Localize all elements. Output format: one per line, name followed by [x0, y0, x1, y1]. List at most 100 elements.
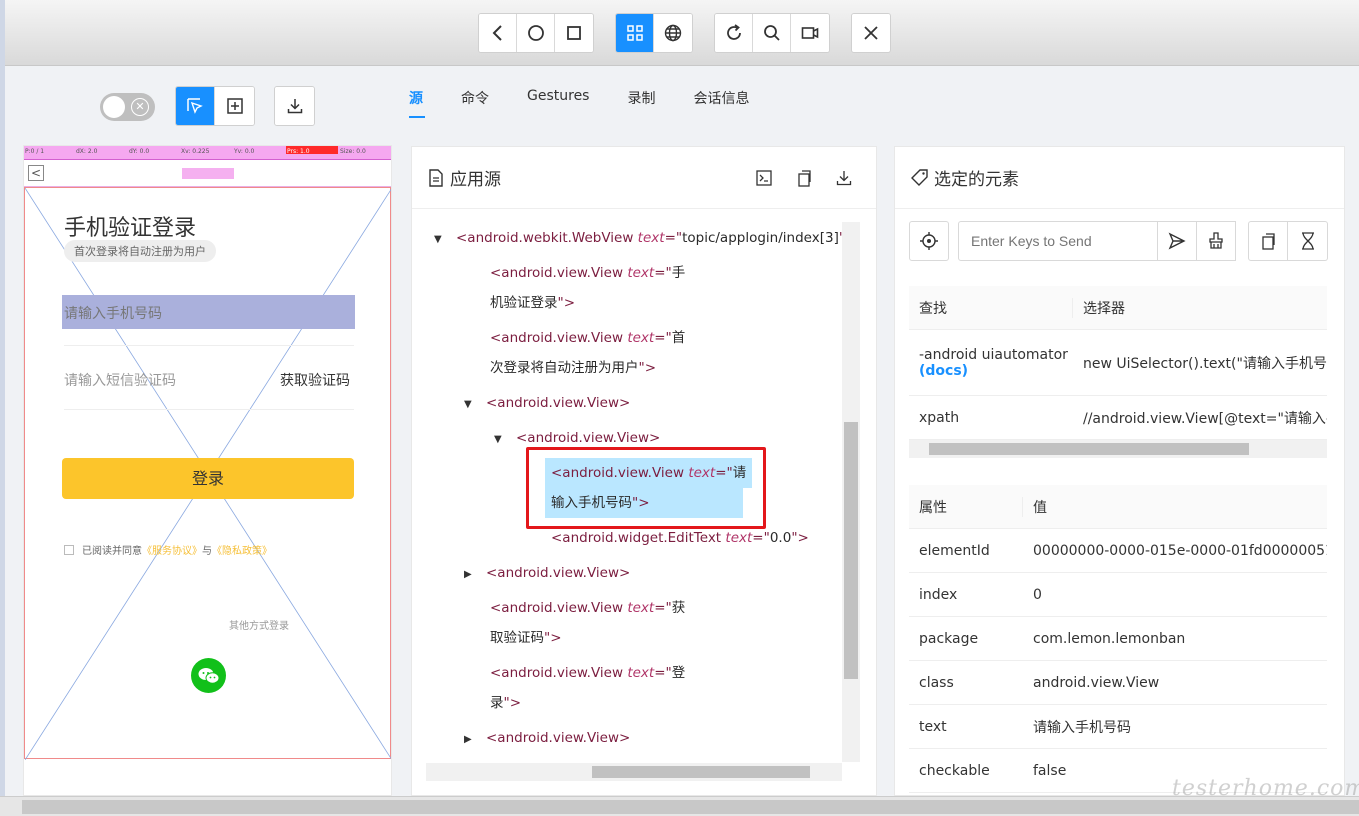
get-code-button[interactable]: 获取验证码 — [280, 370, 350, 390]
attribute-row: package com.lemon.lemonban — [909, 617, 1327, 661]
divider — [64, 409, 354, 410]
expand-caret-icon[interactable]: ▼ — [464, 390, 486, 420]
source-horizontal-scrollbar[interactable] — [426, 763, 842, 781]
toggle-attributes-button[interactable] — [756, 167, 778, 189]
selector-value: new UiSelector().text("请输入手机号码 — [1083, 355, 1327, 372]
node-value: 0.0 — [769, 530, 792, 546]
selector-row[interactable]: xpath //android.view.View[@text="请输入手机号码… — [909, 396, 1327, 440]
node-attr: text — [627, 665, 655, 681]
phone-number-input[interactable]: 请输入手机号码 — [62, 295, 355, 329]
screenshot-toggle[interactable]: ✕ — [100, 93, 155, 121]
ruler-text: P:0 / 1 — [25, 148, 45, 155]
phone-login-button[interactable]: 登录 — [62, 458, 354, 499]
tree-node[interactable]: <android.view.View text="登 — [490, 658, 685, 688]
privacy-link[interactable]: 《隐私政策》 — [212, 542, 272, 557]
node-tag: <android.view.View> — [486, 565, 631, 581]
tree-node[interactable]: ▶ <android.view.View> — [464, 723, 630, 755]
strategy-label: xpath — [919, 409, 960, 426]
scroll-thumb[interactable] — [592, 766, 810, 778]
tab-source[interactable]: 源 — [409, 88, 425, 118]
phone-nav-bar: < — [24, 161, 391, 187]
square-icon — [567, 26, 581, 40]
node-value: 机验证登录 — [490, 295, 558, 311]
node-tag: <android.view.View — [490, 330, 628, 346]
attribute-value: 0 — [1033, 586, 1042, 603]
send-keys-input[interactable] — [958, 221, 1158, 261]
quit-session-button[interactable] — [852, 14, 890, 52]
node-tag: <android.view.View — [490, 265, 628, 281]
attribute-value: android.view.View — [1033, 674, 1160, 691]
tree-node[interactable]: <android.view.View text="获 — [490, 593, 685, 623]
docs-link[interactable]: (docs) — [919, 363, 1073, 379]
phone-back-button[interactable]: < — [28, 165, 44, 181]
back-button[interactable] — [479, 14, 517, 52]
expand-caret-icon[interactable]: ▶ — [464, 725, 486, 755]
send-keys-button[interactable] — [1158, 221, 1197, 261]
tree-node[interactable]: <android.view.View text="首 — [490, 323, 685, 353]
native-mode-button[interactable] — [616, 14, 654, 52]
tap-coordinates-button[interactable] — [215, 87, 254, 125]
download-screenshot-button[interactable] — [275, 87, 314, 125]
agree-checkbox[interactable] — [64, 544, 74, 555]
tab-recorder[interactable]: 录制 — [627, 88, 655, 118]
tab-gestures[interactable]: Gestures — [527, 88, 589, 118]
attributes-table-header: 属性 值 — [909, 485, 1327, 529]
selector-horizontal-scrollbar[interactable] — [909, 440, 1327, 458]
get-timing-button[interactable] — [1288, 221, 1328, 261]
tree-node[interactable]: ▼ <android.view.View> — [464, 388, 630, 420]
terms-link[interactable]: 《服务协议》 — [142, 542, 202, 557]
search-button[interactable] — [753, 14, 791, 52]
tab-session-info[interactable]: 会话信息 — [693, 88, 749, 118]
tag-icon — [911, 169, 928, 186]
app-switch-button[interactable] — [555, 14, 593, 52]
tree-node-cont[interactable]: 录"> — [490, 688, 521, 718]
toggle-knob — [103, 96, 125, 118]
plus-square-icon — [226, 98, 243, 114]
tree-node-cont[interactable]: 次登录将自动注册为用户"> — [490, 353, 656, 383]
tree-node[interactable]: ▼ <android.webkit.WebView text="topic/app… — [434, 223, 845, 255]
tree-node[interactable]: <android.view.View text="手 — [490, 258, 685, 288]
tree-node-cont[interactable]: 取验证码"> — [490, 623, 562, 653]
tab-commands[interactable]: 命令 — [461, 88, 489, 118]
select-element-button[interactable] — [176, 87, 215, 125]
chevron-left-icon — [492, 25, 502, 41]
node-end: "> — [557, 295, 576, 311]
download-source-button[interactable] — [836, 167, 858, 189]
selected-panel-title: 选定的元素 — [934, 170, 1019, 190]
column-header: 属性 — [909, 496, 1023, 517]
scroll-thumb[interactable] — [929, 443, 1249, 455]
node-end: "> — [503, 695, 522, 711]
tree-node-cont[interactable]: 机验证登录"> — [490, 288, 575, 318]
node-attr: text — [725, 530, 753, 546]
web-mode-button[interactable] — [654, 14, 692, 52]
node-tag: <android.view.View — [490, 665, 628, 681]
tap-element-button[interactable] — [909, 221, 949, 261]
refresh-button[interactable] — [715, 14, 753, 52]
expand-caret-icon[interactable]: ▼ — [434, 225, 456, 255]
node-tag: <android.view.View> — [486, 395, 631, 411]
node-value: 登 — [671, 665, 686, 681]
scroll-thumb[interactable] — [22, 800, 1359, 814]
clear-button[interactable] — [1197, 221, 1236, 261]
attribute-name: elementId — [919, 542, 990, 559]
attribute-name: checkable — [919, 762, 990, 779]
window-horizontal-scrollbar[interactable] — [0, 796, 1359, 816]
copy-source-button[interactable] — [796, 167, 818, 189]
device-screenshot[interactable]: P:0 / 1 dX: 2.0 dY: 0.0 Xv: 0.225 Yv: 0.… — [23, 145, 392, 796]
close-icon — [864, 26, 878, 40]
record-button[interactable] — [791, 14, 829, 52]
scroll-thumb[interactable] — [844, 422, 858, 679]
sms-code-input[interactable]: 请输入短信验证码 — [64, 370, 176, 390]
selector-row[interactable]: -android uiautomator (docs) new UiSelecto… — [909, 330, 1327, 396]
copy-icon — [798, 169, 811, 187]
interaction-mode-group — [175, 86, 255, 126]
node-attr: text — [627, 330, 655, 346]
expand-caret-icon[interactable]: ▼ — [494, 425, 516, 455]
selector-table-header: 查找 选择器 — [909, 286, 1327, 330]
home-button[interactable] — [517, 14, 555, 52]
copy-attributes-button[interactable] — [1248, 221, 1288, 261]
expand-caret-icon[interactable]: ▶ — [464, 560, 486, 590]
tree-node[interactable]: ▶ <android.view.View> — [464, 558, 630, 590]
source-vertical-scrollbar[interactable] — [842, 222, 860, 762]
wechat-login-button[interactable] — [191, 658, 226, 693]
